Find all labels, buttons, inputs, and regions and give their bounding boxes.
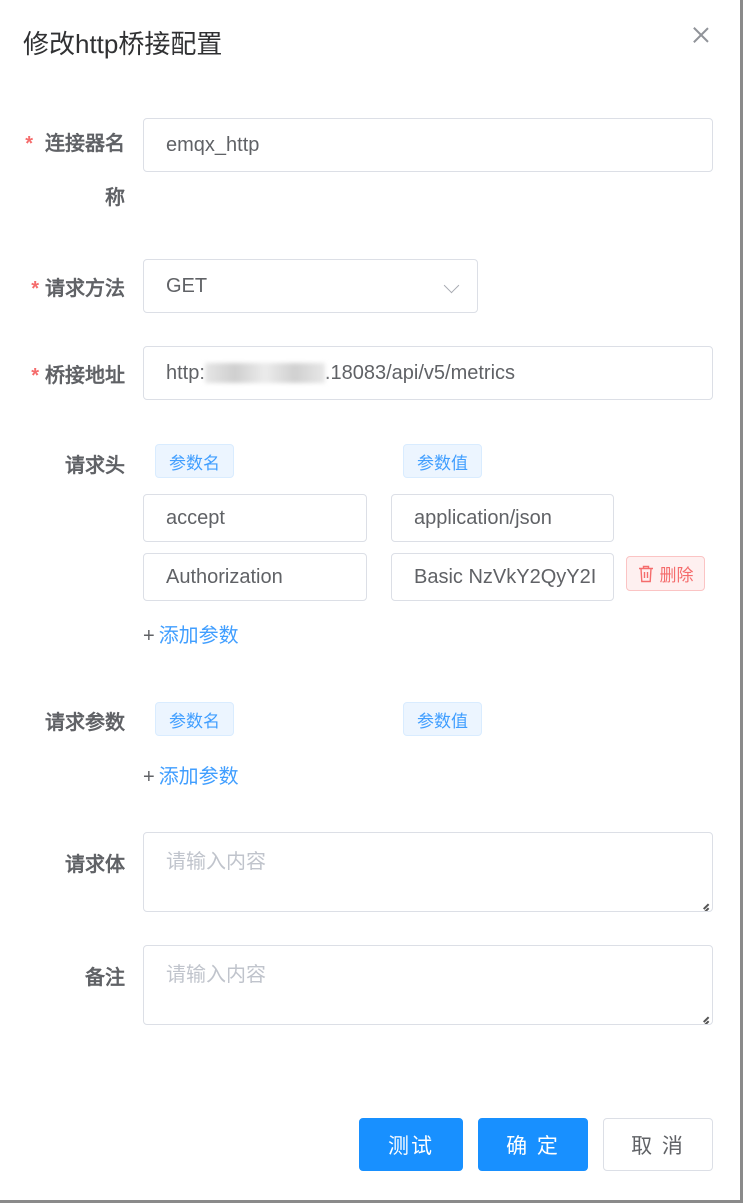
resize-handle-icon[interactable]: [697, 896, 709, 908]
remark-label: 备注: [85, 967, 125, 989]
header-name-input[interactable]: accept: [143, 494, 367, 542]
headers-label: 请求头: [65, 455, 125, 477]
add-header-label: 添加参数: [158, 625, 239, 647]
method-label: * 请求方法: [15, 272, 125, 301]
add-param-link[interactable]: + 添加参数: [143, 760, 239, 789]
body-placeholder: 请输入内容: [166, 851, 266, 873]
url-label: * 桥接地址: [15, 359, 125, 388]
dialog-title: 修改http桥接配置: [23, 29, 223, 59]
header-value-input[interactable]: application/json: [391, 494, 614, 542]
connector-name-label-text: 连接器名称: [45, 133, 125, 209]
required-mark: *: [25, 133, 33, 155]
method-value: GET: [166, 274, 208, 297]
param-value-column-tag: 参数值: [403, 702, 482, 736]
header-value-value: application/json: [414, 506, 552, 529]
chevron-down-icon: [443, 277, 460, 294]
remark-placeholder: 请输入内容: [166, 964, 266, 986]
delete-label: 删除: [659, 566, 694, 585]
close-icon[interactable]: [690, 24, 712, 46]
add-param-label: 添加参数: [158, 766, 239, 788]
connector-name-value: emqx_http: [166, 133, 260, 156]
required-mark: *: [31, 278, 39, 300]
header-value-value: Basic NzVkY2QyY2I: [414, 565, 597, 588]
header-name-value: accept: [166, 506, 225, 529]
header-name-column-tag: 参数名: [155, 444, 234, 478]
method-label-text: 请求方法: [45, 278, 125, 300]
required-mark: *: [31, 365, 39, 387]
header-value-input[interactable]: Basic NzVkY2QyY2I: [391, 553, 614, 601]
method-select[interactable]: GET: [143, 259, 478, 313]
body-label: 请求体: [65, 854, 125, 876]
header-name-value: Authorization: [166, 565, 283, 588]
header-name-input[interactable]: Authorization: [143, 553, 367, 601]
body-textarea[interactable]: 请输入内容: [143, 832, 713, 912]
plus-icon: +: [143, 625, 155, 647]
url-suffix: .18083/api/v5/metrics: [324, 361, 516, 384]
test-button[interactable]: 测试: [359, 1118, 463, 1171]
connector-name-input[interactable]: emqx_http: [143, 118, 713, 172]
connector-name-label: * 连接器名称: [15, 130, 125, 225]
url-prefix: http:: [166, 361, 205, 384]
params-label: 请求参数: [45, 712, 125, 734]
redacted-host: [204, 363, 325, 383]
plus-icon: +: [143, 766, 155, 788]
header-value-column-tag: 参数值: [403, 444, 482, 478]
url-input[interactable]: http: .18083/api/v5/metrics: [143, 346, 713, 400]
bridge-config-dialog: 修改http桥接配置 * 连接器名称 emqx_http * 请求方法 GET * 桥…: [0, 0, 743, 1203]
remark-textarea[interactable]: 请输入内容: [143, 945, 713, 1025]
param-name-column-tag: 参数名: [155, 702, 234, 736]
confirm-button[interactable]: 确 定: [478, 1118, 588, 1171]
trash-icon: [638, 565, 653, 582]
cancel-button[interactable]: 取 消: [603, 1118, 713, 1171]
url-label-text: 桥接地址: [45, 365, 125, 387]
add-header-link[interactable]: + 添加参数: [143, 619, 239, 648]
delete-header-button[interactable]: 删除: [626, 556, 705, 591]
resize-handle-icon[interactable]: [697, 1009, 709, 1021]
